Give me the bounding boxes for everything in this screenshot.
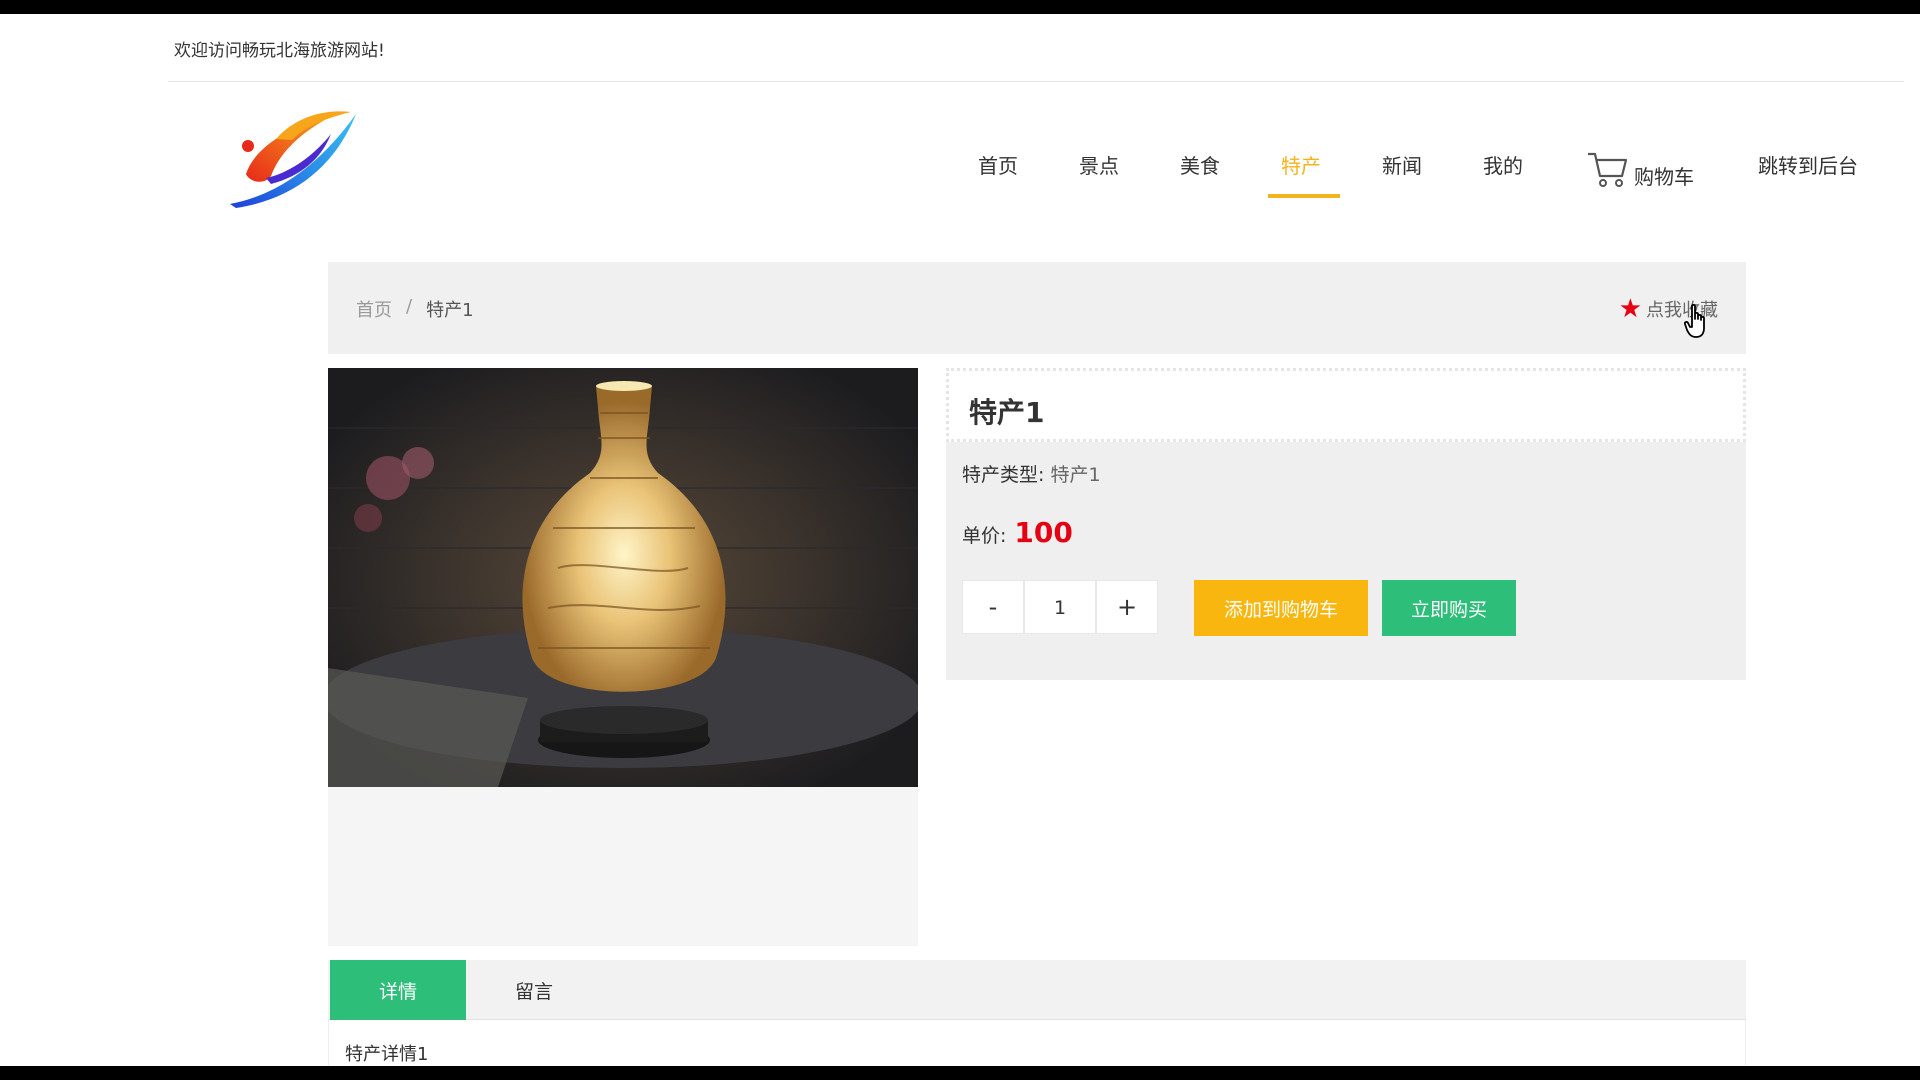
quantity-stepper: - 1 +	[962, 580, 1158, 634]
tab-comments[interactable]: 留言	[466, 960, 602, 1020]
product-type-label: 特产类型:	[962, 464, 1045, 486]
breadcrumb-bar: 首页 / 特产1 ★ 点我收藏	[328, 262, 1746, 354]
buy-now-button[interactable]: 立即购买	[1382, 580, 1516, 636]
top-black-bar	[0, 0, 1920, 14]
price-value: 100	[1014, 516, 1073, 549]
breadcrumb-separator: /	[406, 296, 413, 317]
product-type-value: 特产1	[1050, 464, 1101, 486]
nav-item-news[interactable]: 新闻	[1382, 150, 1422, 179]
breadcrumb-current: 特产1	[426, 300, 474, 321]
add-to-cart-button[interactable]: 添加到购物车	[1194, 580, 1368, 636]
nav-admin-link[interactable]: 跳转到后台	[1758, 150, 1858, 179]
welcome-text: 欢迎访问畅玩北海旅游网站!	[174, 41, 385, 61]
quantity-decrease-button[interactable]: -	[962, 580, 1024, 634]
details-content: 特产详情1	[328, 1020, 1746, 1066]
breadcrumb: 首页 / 特产1	[356, 296, 474, 322]
product-price-row: 单价: 100	[962, 516, 1073, 549]
nav-cart-link[interactable]: 购物车	[1586, 148, 1694, 189]
main-nav: 首页 景点 美食 特产 新闻 我的 购物车 跳转到后台	[0, 150, 1920, 200]
details-text: 特产详情1	[345, 1044, 429, 1065]
quantity-input[interactable]: 1	[1024, 580, 1096, 634]
product-info-panel: 特产1 特产类型: 特产1 单价: 100 - 1 + 添加到购物车 立即购买	[946, 368, 1746, 680]
product-title: 特产1	[969, 396, 1045, 429]
shopping-cart-icon	[1588, 152, 1628, 187]
product-type-row: 特产类型: 特产1	[962, 460, 1101, 487]
nav-item-specialties[interactable]: 特产	[1281, 150, 1321, 179]
product-image-panel	[328, 368, 918, 946]
breadcrumb-home[interactable]: 首页	[356, 296, 392, 322]
nav-item-home[interactable]: 首页	[978, 150, 1018, 179]
hand-cursor-icon	[1684, 303, 1710, 344]
nav-item-attractions[interactable]: 景点	[1079, 150, 1119, 179]
product-image	[328, 368, 918, 787]
nav-item-mine[interactable]: 我的	[1483, 150, 1523, 179]
detail-tabs: 详情 留言	[328, 960, 1746, 1020]
cart-label: 购物车	[1634, 165, 1694, 189]
star-icon: ★	[1618, 294, 1642, 324]
tab-details[interactable]: 详情	[330, 960, 466, 1020]
nav-item-food[interactable]: 美食	[1180, 150, 1220, 179]
bottom-black-bar	[0, 1066, 1920, 1080]
header-divider	[168, 81, 1904, 82]
quantity-increase-button[interactable]: +	[1096, 580, 1158, 634]
product-title-box: 特产1	[946, 368, 1746, 442]
price-label: 单价:	[962, 525, 1007, 547]
nav-active-underline	[1268, 194, 1340, 198]
